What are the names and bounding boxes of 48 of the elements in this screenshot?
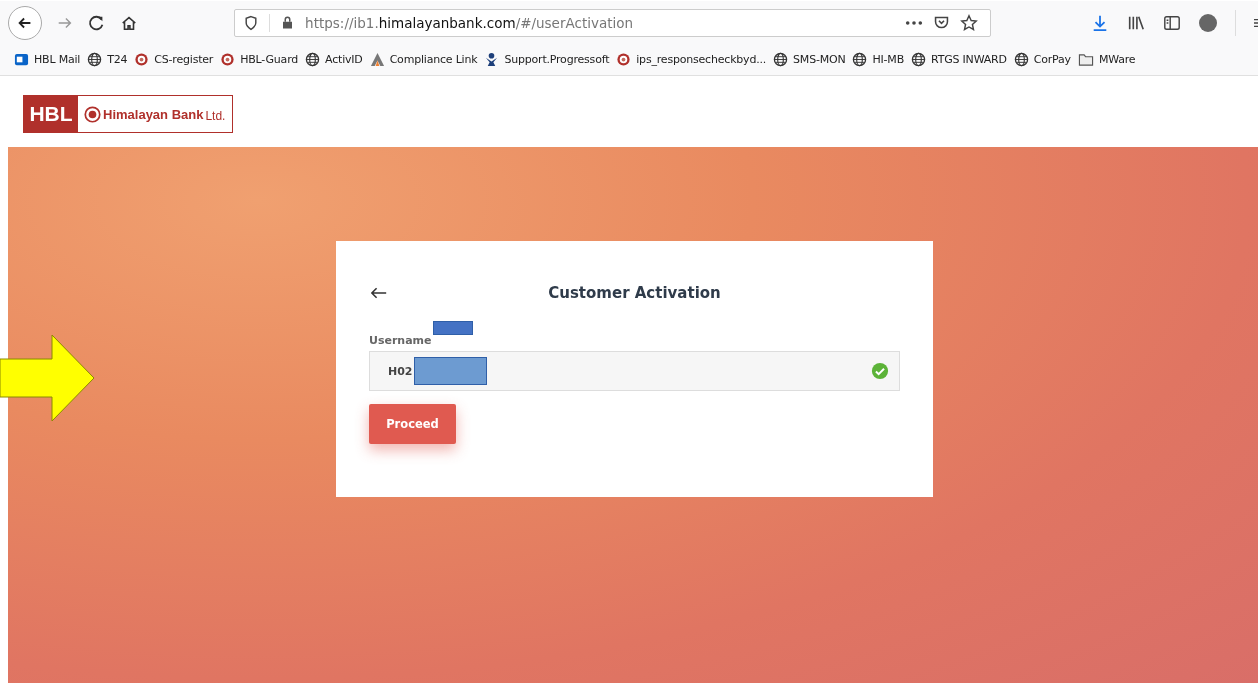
logo-text: Himalayan Bank [103, 107, 204, 121]
bookmark-link[interactable]: CS-register [134, 52, 214, 67]
card-title: Customer Activation [547, 284, 722, 302]
url-text: https://ib1.himalayanbank.com/#/userActivation [305, 14, 634, 31]
star-icon[interactable] [960, 13, 978, 32]
bookmark-link[interactable]: Support.Progressoft [484, 52, 610, 67]
bookmark-link[interactable]: T24 [87, 52, 128, 67]
bank-logo[interactable]: HBL Himalayan BankLtd. [23, 95, 233, 133]
bookmark-link[interactable]: HI-MB [852, 52, 904, 67]
shield-icon[interactable] [243, 14, 260, 31]
globe-icon [87, 52, 103, 67]
globe-icon [852, 52, 868, 67]
bookmark-link[interactable]: HBL-Guard [220, 52, 299, 67]
bookmark-link[interactable]: ips_responsecheckbyd... [616, 52, 767, 67]
username-field[interactable]: H02 [369, 351, 900, 391]
bookmark-link[interactable]: Compliance Link [369, 52, 478, 67]
arrow-icon [0, 335, 96, 421]
globe-icon [773, 52, 789, 67]
bookmark-link[interactable]: HBL Mail [14, 52, 81, 67]
field-label: Username [369, 334, 432, 347]
download-icon[interactable] [1091, 13, 1109, 32]
mountain-icon [369, 52, 385, 67]
back-button[interactable] [8, 5, 42, 40]
proceed-button[interactable]: Proceed [369, 404, 456, 444]
pocket-icon[interactable] [933, 14, 950, 31]
bookmark-link[interactable]: SMS-MON [773, 52, 846, 67]
bookmark-link[interactable]: ActivID [305, 52, 363, 67]
logo-text: Ltd. [205, 109, 226, 123]
bookmark-link[interactable]: RTGS INWARD [911, 52, 1007, 67]
seal-icon [220, 52, 236, 67]
globe-icon [911, 52, 926, 67]
back-arrow-icon[interactable] [371, 287, 387, 299]
mail-icon [14, 52, 29, 67]
seal-icon [616, 52, 632, 67]
account-avatar[interactable] [1199, 13, 1217, 32]
globe-icon [305, 52, 321, 67]
globe-icon [1013, 52, 1029, 67]
reload-icon[interactable] [88, 13, 106, 32]
bookmark-link[interactable]: MWare [1077, 52, 1136, 67]
more-icon[interactable] [905, 19, 923, 26]
sidebar-icon[interactable] [1163, 13, 1181, 32]
logo-text: HBL [24, 96, 78, 132]
emblem-icon [84, 105, 101, 123]
folder-icon [1077, 52, 1094, 67]
address-bar[interactable]: https://ib1.himalayanbank.com/#/userActivation [234, 8, 991, 37]
bookmark-link[interactable]: CorPay [1013, 52, 1071, 67]
redaction-block [433, 321, 473, 335]
seal-icon [134, 52, 150, 67]
